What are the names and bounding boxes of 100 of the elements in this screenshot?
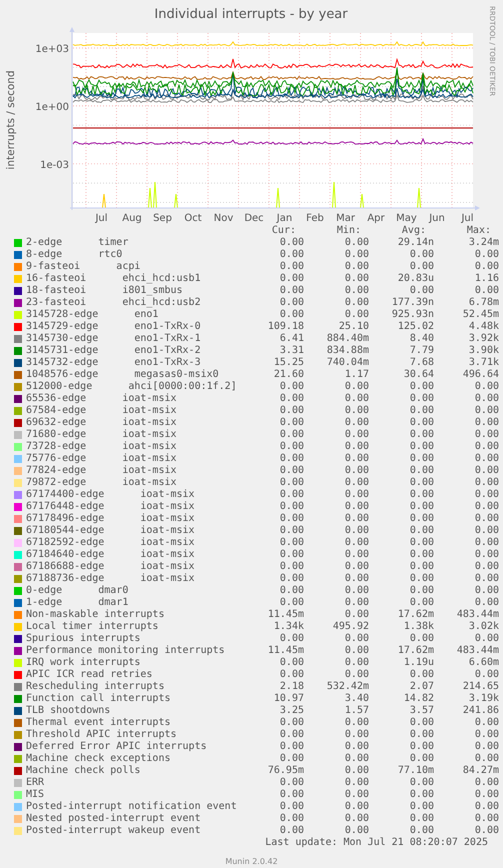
interrupt-name: 23-fasteoi: [26, 297, 86, 309]
interrupt-name: 512000-edge: [26, 381, 92, 393]
max-value: 0.00: [474, 381, 500, 393]
interrupt-name: Posted-interrupt notification event: [26, 801, 237, 813]
min-value: 1.17: [344, 369, 370, 381]
min-value: 0.00: [344, 417, 370, 429]
cur-value: 0.00: [278, 477, 305, 489]
min-value: 0.00: [344, 813, 370, 825]
min-value: 0.00: [344, 285, 370, 297]
avg-value: 0.00: [408, 393, 435, 405]
interrupt-name: Spurious interrupts: [26, 633, 140, 645]
interrupt-name: Local timer interrupts: [26, 621, 158, 633]
avg-value: 177.39n: [390, 297, 435, 309]
interrupt-name: 77824-edge: [26, 465, 86, 477]
max-value: 0.00: [474, 525, 500, 537]
max-value: 241.86: [462, 705, 500, 717]
cur-value: 76.95m: [266, 765, 305, 777]
max-value: 0.00: [474, 573, 500, 585]
interrupt-name: 67180544-edge: [26, 525, 104, 537]
max-value: 0.00: [474, 741, 500, 753]
interrupt-name: Function call interrupts: [26, 693, 170, 705]
max-value: 0.00: [474, 825, 500, 837]
interrupt-name: 3145729-edge: [26, 321, 98, 333]
x-tick-label: Apr: [367, 213, 385, 224]
max-value: 6.60m: [468, 657, 500, 669]
max-value: 0.00: [474, 717, 500, 729]
min-value: 0.00: [344, 477, 370, 489]
avg-value: 0.00: [408, 825, 435, 837]
avg-value: 0.00: [408, 285, 435, 297]
avg-value: 30.64: [402, 369, 435, 381]
min-value: 532.42m: [326, 681, 370, 693]
x-tick-label: Jan: [276, 213, 292, 224]
interrupt-name: Machine check polls: [26, 765, 140, 777]
interrupt-name: 73728-edge: [26, 441, 86, 453]
device-name: rtc0: [98, 249, 122, 261]
cur-value: 0.00: [278, 513, 305, 525]
y-tick-label: 1e+03: [35, 44, 69, 55]
cur-value: 3.31: [278, 345, 305, 357]
avg-value: 0.00: [408, 801, 435, 813]
interrupt-name: 16-fasteoi: [26, 273, 86, 285]
interrupt-name: 3145730-edge: [26, 333, 98, 345]
cur-value: 0.00: [278, 789, 305, 801]
cur-value: 0.00: [278, 501, 305, 513]
avg-value: 925.93n: [390, 309, 435, 321]
interrupt-name: 65536-edge: [26, 393, 86, 405]
interrupt-name: 67184640-edge: [26, 549, 104, 561]
x-tick-label: Jun: [429, 213, 445, 224]
avg-value: 0.00: [408, 417, 435, 429]
max-value: 496.64: [462, 369, 500, 381]
device-name: ioat-msix: [122, 465, 177, 477]
cur-value: 0.00: [278, 717, 305, 729]
interrupt-name: 3145731-edge: [26, 345, 98, 357]
x-tick-label: May: [396, 213, 417, 224]
cur-value: 21.60: [272, 369, 305, 381]
cur-value: 0.00: [278, 309, 305, 321]
device-name: dmar1: [98, 597, 128, 609]
cur-value: 0.00: [278, 465, 305, 477]
x-tick-label: Sep: [153, 213, 172, 224]
device-name: ioat-msix: [122, 405, 177, 417]
min-value: 0.00: [344, 465, 370, 477]
interrupt-name: 1048576-edge: [26, 369, 98, 381]
avg-value: 0.00: [408, 381, 435, 393]
min-value: 0.00: [344, 825, 370, 837]
cur-value: 0.00: [278, 825, 305, 837]
cur-value: 15.25: [272, 357, 305, 369]
min-value: 3.40: [344, 693, 370, 705]
avg-value: 0.00: [408, 501, 435, 513]
device-name: ioat-msix: [122, 441, 177, 453]
cur-value: 0.00: [278, 813, 305, 825]
interrupt-name: 1-edge: [26, 597, 62, 609]
avg-value: 20.83u: [396, 273, 435, 285]
cur-value: 0.00: [278, 297, 305, 309]
min-value: 0.00: [344, 525, 370, 537]
max-value: 3.24m: [468, 237, 500, 249]
cur-value: 0.00: [278, 381, 305, 393]
min-value: 0.00: [344, 297, 370, 309]
avg-value: 0.00: [408, 633, 435, 645]
cur-value: 0.00: [278, 525, 305, 537]
avg-value: 0.00: [408, 429, 435, 441]
cur-value: 0.00: [278, 657, 305, 669]
device-name: ehci_hcd:usb1: [122, 273, 201, 285]
min-value: 0.00: [344, 765, 370, 777]
cur-value: 0.00: [278, 417, 305, 429]
interrupt-name: Non-maskable interrupts: [26, 609, 164, 621]
cur-value: 0.00: [278, 741, 305, 753]
min-value: 0.00: [344, 273, 370, 285]
max-value: 0.00: [474, 441, 500, 453]
avg-value: 0.00: [408, 753, 435, 765]
max-value: 3.90k: [468, 345, 500, 357]
cur-value: 109.18: [266, 321, 305, 333]
cur-value: 0.00: [278, 573, 305, 585]
min-value: 0.00: [344, 405, 370, 417]
max-value: 214.65: [462, 681, 500, 693]
device-name: eno1-TxRx-2: [134, 345, 201, 357]
min-value: 0.00: [344, 381, 370, 393]
min-value: 740.04m: [326, 357, 370, 369]
interrupt-name: Performance monitoring interrupts: [26, 645, 225, 657]
interrupt-name: 69632-edge: [26, 417, 86, 429]
max-value: 0.00: [474, 561, 500, 573]
avg-value: 17.62m: [396, 645, 435, 657]
